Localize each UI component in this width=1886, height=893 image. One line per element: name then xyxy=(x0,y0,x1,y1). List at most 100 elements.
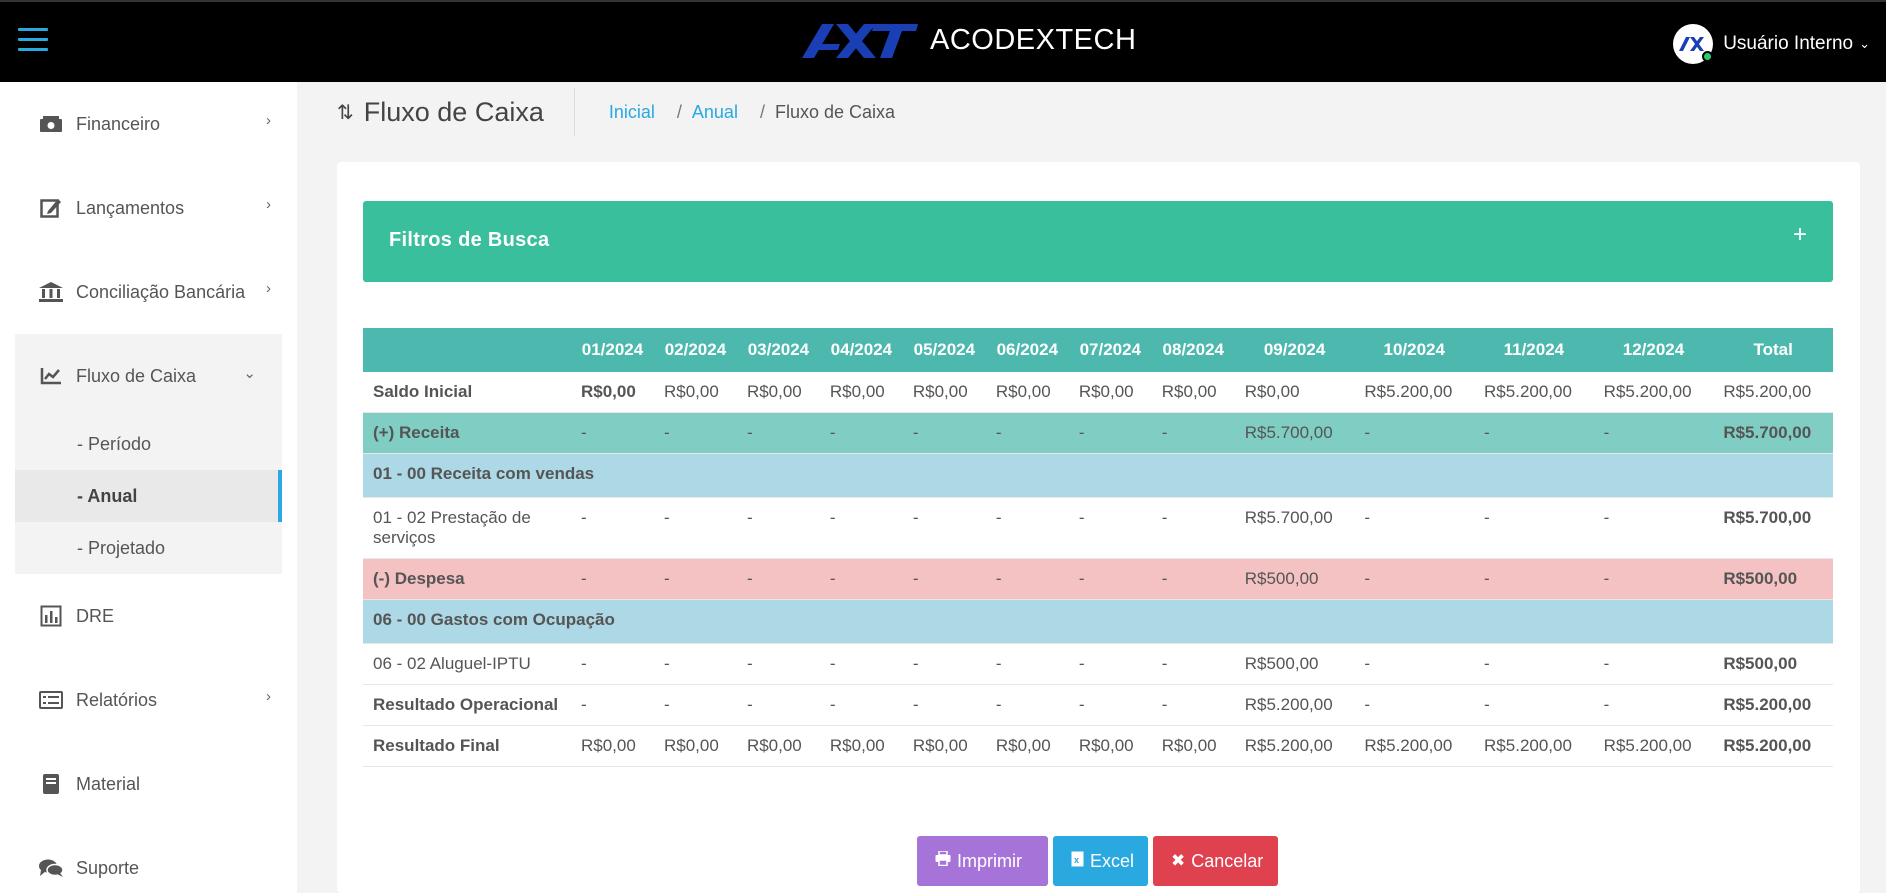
sidebar-item-label: Relatórios xyxy=(76,689,158,710)
sidebar-item-dre[interactable]: DRE xyxy=(0,574,297,658)
table-cell: R$0,00 xyxy=(653,725,737,767)
sidebar: Financeiro › Lançamentos › Conciliação B… xyxy=(0,82,297,893)
table-cell: - xyxy=(653,684,737,726)
table-cell: - xyxy=(902,643,986,685)
avatar-logo-icon xyxy=(1679,37,1705,51)
table-cell: R$0,00 xyxy=(1151,725,1235,767)
cancel-button-label: Cancelar xyxy=(1191,850,1264,871)
table-cell: - xyxy=(985,412,1069,454)
cancel-button[interactable]: ✖ Cancelar xyxy=(1153,836,1278,886)
close-icon: ✖ xyxy=(1171,851,1186,870)
breadcrumb-inicial[interactable]: Inicial xyxy=(609,102,655,123)
table-cell: R$0,00 xyxy=(1068,725,1152,767)
table-cell: R$5.700,00 xyxy=(1234,412,1355,454)
sidebar-subitem-periodo[interactable]: - Período xyxy=(15,418,282,470)
column-header: 08/2024 xyxy=(1151,328,1235,372)
sidebar-subitem-anual[interactable]: - Anual xyxy=(15,470,282,522)
table-row: (-) Despesa - - - - - - - - R$500,00- - - R$500,00 xyxy=(363,558,1833,600)
table-cell: - xyxy=(1474,497,1594,559)
line-chart-icon xyxy=(38,365,64,387)
column-header: 04/2024 xyxy=(819,328,903,372)
table-cell: R$0,00 xyxy=(653,372,737,413)
table-cell: - xyxy=(653,643,737,685)
table-header-row: 01/2024 02/2024 03/2024 04/2024 05/2024 … xyxy=(363,328,1833,372)
comments-icon xyxy=(38,857,64,879)
user-name: Usuário Interno xyxy=(1723,33,1854,54)
cash-flow-table: 01/2024 02/2024 03/2024 04/2024 05/2024 … xyxy=(363,328,1833,767)
table-cell: - xyxy=(1068,643,1152,685)
table-cell: R$500,00 xyxy=(1713,643,1833,685)
table-cell: - xyxy=(1068,684,1152,726)
table-cell: R$0,00 xyxy=(571,725,654,767)
table-cell: R$500,00 xyxy=(1234,643,1355,685)
table-cell: - xyxy=(1593,412,1714,454)
top-navbar: ACODEXTECH Usuário Interno ⌄ xyxy=(0,0,1886,82)
excel-button-label: Excel xyxy=(1090,850,1135,871)
table-cell: R$5.200,00 xyxy=(1593,372,1714,413)
column-header: 12/2024 xyxy=(1593,328,1714,372)
table-cell: - xyxy=(1593,684,1714,726)
table-row: Resultado Final R$0,00 R$0,00 R$0,00 R$0,00 R… xyxy=(363,725,1833,767)
breadcrumb-anual[interactable]: Anual xyxy=(692,102,738,123)
table-row: 06 - 00 Gastos com Ocupação xyxy=(363,599,1833,644)
row-label-cell: Saldo Inicial xyxy=(363,372,571,413)
row-label-cell: (+) Receita xyxy=(363,412,571,454)
print-icon xyxy=(935,850,951,871)
main-card: Filtros de Busca + 01/2024 02/2024 03/20… xyxy=(337,162,1860,893)
table-cell: - xyxy=(1354,558,1475,600)
table-cell: R$0,00 xyxy=(736,372,820,413)
sidebar-item-material[interactable]: Material xyxy=(0,742,297,826)
sidebar-subitem-projetado[interactable]: - Projetado xyxy=(15,522,282,574)
edit-icon xyxy=(38,197,64,219)
row-label-cell: Resultado Operacional xyxy=(363,684,571,726)
table-cell: - xyxy=(1354,684,1475,726)
table-cell: R$0,00 xyxy=(571,372,654,413)
table-cell: - xyxy=(571,643,654,685)
table-cell: - xyxy=(736,558,820,600)
excel-button[interactable]: x Excel xyxy=(1053,836,1148,886)
table-cell: - xyxy=(1354,412,1475,454)
table-cell: R$5.200,00 xyxy=(1474,725,1594,767)
page-header: ⇅ Fluxo de Caixa Inicial / Anual / Fluxo… xyxy=(337,88,895,136)
table-cell: - xyxy=(571,684,654,726)
row-label-cell: (-) Despesa xyxy=(363,558,571,600)
sidebar-item-conciliacao[interactable]: Conciliação Bancária › xyxy=(0,250,297,334)
sidebar-item-lancamentos[interactable]: Lançamentos › xyxy=(0,166,297,250)
column-header: 05/2024 xyxy=(902,328,986,372)
column-header: 07/2024 xyxy=(1068,328,1152,372)
sidebar-item-suporte[interactable]: Suporte xyxy=(0,826,297,893)
sidebar-item-relatorios[interactable]: Relatórios › xyxy=(0,658,297,742)
table-cell: R$5.200,00 xyxy=(1354,725,1475,767)
table-cell: - xyxy=(819,497,903,559)
table-cell: R$500,00 xyxy=(1234,558,1355,600)
table-row: 01 - 02 Prestação de serviços - - - - - - - - R$5… xyxy=(363,497,1833,559)
user-avatar xyxy=(1673,24,1714,64)
brand[interactable]: ACODEXTECH xyxy=(800,20,1136,60)
table-cell: - xyxy=(1068,412,1152,454)
sidebar-item-label: Financeiro xyxy=(76,113,161,134)
sidebar-item-financeiro[interactable]: Financeiro › xyxy=(0,82,297,166)
user-menu[interactable]: Usuário Interno ⌄ xyxy=(1673,24,1870,64)
table-cell: - xyxy=(902,684,986,726)
sidebar-item-label: Conciliação Bancária xyxy=(76,281,246,302)
column-header: 02/2024 xyxy=(653,328,737,372)
sidebar-item-fluxo-de-caixa[interactable]: Fluxo de Caixa ⌄ xyxy=(15,334,282,418)
sidebar-item-label: DRE xyxy=(76,605,115,626)
table-body: Saldo Inicial R$0,00 R$0,00 R$0,00 R$0,00 R$0… xyxy=(363,372,1833,767)
table-cell: R$5.200,00 xyxy=(1234,684,1355,726)
table-cell: - xyxy=(985,684,1069,726)
table-cell: - xyxy=(1593,497,1714,559)
table-cell: - xyxy=(571,497,654,559)
table-cell: - xyxy=(1474,412,1594,454)
print-button[interactable]: Imprimir xyxy=(917,836,1048,886)
table-cell: - xyxy=(571,412,654,454)
table-cell: R$5.200,00 xyxy=(1713,725,1833,767)
menu-toggle-icon[interactable] xyxy=(18,28,48,52)
row-label-cell: 06 - 02 Aluguel-IPTU xyxy=(363,643,571,685)
svg-text:x: x xyxy=(1074,855,1079,865)
table-row: (+) Receita - - - - - - - - R$5.700,00- - - R$5.700,… xyxy=(363,412,1833,454)
table-row: 06 - 02 Aluguel-IPTU - - - - - - - - R$500,00- - - R… xyxy=(363,643,1833,685)
filter-panel-toggle[interactable]: Filtros de Busca + xyxy=(363,201,1833,282)
table-cell: - xyxy=(1151,558,1235,600)
filter-title: Filtros de Busca xyxy=(389,229,550,251)
